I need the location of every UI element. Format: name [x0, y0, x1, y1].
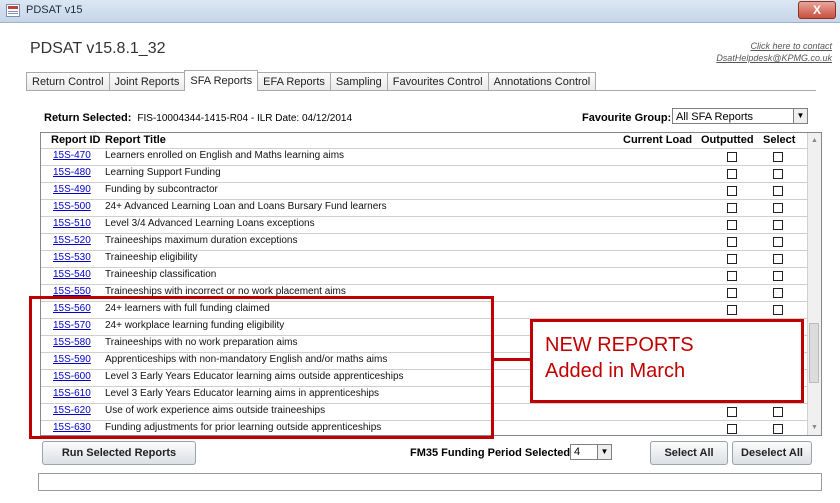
contact-line-1[interactable]: Click here to contact [716, 40, 832, 52]
return-selected-value: FIS-10004344-1415-R04 - ILR Date: 04/12/… [137, 113, 353, 124]
tab-return-control[interactable]: Return Control [26, 72, 110, 91]
tab-sfa-reports[interactable]: SFA Reports [184, 70, 259, 91]
table-row: 15S-530 Traineeship eligibility [41, 250, 809, 266]
select-checkbox[interactable] [773, 186, 783, 196]
report-id-link[interactable]: 15S-540 [53, 269, 91, 280]
report-id-link[interactable]: 15S-520 [53, 235, 91, 246]
run-selected-reports-button[interactable]: Run Selected Reports [42, 441, 196, 465]
outputted-checkbox [727, 254, 737, 264]
select-checkbox[interactable] [773, 271, 783, 281]
report-title: Traineeships maximum duration exceptions [105, 235, 298, 246]
report-id-link[interactable]: 15S-490 [53, 184, 91, 195]
callout-connector [494, 358, 530, 361]
select-checkbox[interactable] [773, 152, 783, 162]
favourite-group-label: Favourite Group: [582, 112, 672, 124]
report-title: 24+ Advanced Learning Loan and Loans Bur… [105, 201, 387, 212]
app-title: PDSAT v15.8.1_32 [30, 40, 166, 57]
table-row: 15S-510 Level 3/4 Advanced Learning Loans… [41, 216, 809, 232]
return-selected: Return Selected: FIS-10004344-1415-R04 - … [44, 112, 352, 124]
fm35-period-value: 4 [574, 446, 581, 458]
select-all-button[interactable]: Select All [650, 441, 728, 465]
outputted-checkbox [727, 407, 737, 417]
contact-line-2[interactable]: DsatHelpdesk@KPMG.co.uk [716, 52, 832, 64]
dropdown-arrow-icon[interactable]: ▼ [597, 445, 611, 459]
table-row: 15S-480 Learning Support Funding [41, 165, 809, 181]
contact-link[interactable]: Click here to contact DsatHelpdesk@KPMG.… [716, 40, 832, 64]
close-button[interactable]: X [798, 1, 836, 19]
table-row: 15S-520 Traineeships maximum duration exc… [41, 233, 809, 249]
outputted-checkbox [727, 424, 737, 434]
tab-sampling[interactable]: Sampling [329, 72, 388, 91]
tab-efa-reports[interactable]: EFA Reports [257, 72, 331, 91]
scroll-thumb[interactable] [809, 323, 819, 383]
report-title: Level 3/4 Advanced Learning Loans except… [105, 218, 315, 229]
callout-line-1: NEW REPORTS [545, 334, 694, 356]
table-header: Report ID Report Title Current Load Outp… [41, 133, 809, 148]
window-titlebar: PDSAT v15 X [0, 0, 840, 23]
header-report-title: Report Title [105, 134, 166, 146]
outputted-checkbox [727, 152, 737, 162]
table-row: 15S-500 24+ Advanced Learning Loan and Lo… [41, 199, 809, 215]
outputted-checkbox [727, 186, 737, 196]
outputted-checkbox [727, 169, 737, 179]
callout-line-2: Added in March [545, 360, 686, 382]
select-checkbox[interactable] [773, 203, 783, 213]
outputted-checkbox [727, 288, 737, 298]
favourite-group-value: All SFA Reports [676, 111, 754, 123]
select-checkbox[interactable] [773, 169, 783, 179]
report-id-link[interactable]: 15S-470 [53, 150, 91, 161]
report-id-link[interactable]: 15S-530 [53, 252, 91, 263]
report-id-link[interactable]: 15S-500 [53, 201, 91, 212]
select-checkbox[interactable] [773, 288, 783, 298]
new-reports-highlight-box [29, 296, 494, 439]
status-bar [38, 473, 822, 491]
report-title: Traineeship eligibility [105, 252, 198, 263]
scroll-up-icon[interactable]: ▲ [809, 135, 820, 146]
report-title: Learners enrolled on English and Maths l… [105, 150, 345, 161]
table-row: 15S-490 Funding by subcontractor [41, 182, 809, 198]
report-id-link[interactable]: 15S-510 [53, 218, 91, 229]
tab-joint-reports[interactable]: Joint Reports [108, 72, 186, 91]
new-reports-callout: NEW REPORTS Added in March [530, 319, 804, 403]
outputted-checkbox [727, 305, 737, 315]
select-checkbox[interactable] [773, 424, 783, 434]
header-select: Select [763, 134, 796, 146]
outputted-checkbox [727, 203, 737, 213]
window-title: PDSAT v15 [26, 4, 83, 16]
select-checkbox[interactable] [773, 305, 783, 315]
header-current-load: Current Load [623, 134, 693, 146]
table-row: 15S-540 Traineeship classification [41, 267, 809, 283]
scroll-down-icon[interactable]: ▼ [809, 422, 820, 433]
table-row: 15S-470 Learners enrolled on English and … [41, 148, 809, 164]
header-outputted: Outputted [701, 134, 754, 146]
favourite-group-select[interactable]: All SFA Reports ▼ [672, 108, 808, 124]
select-checkbox[interactable] [773, 254, 783, 264]
app-icon [6, 4, 20, 17]
fm35-period-label: FM35 Funding Period Selected: [410, 447, 574, 459]
tab-bar: Return Control Joint Reports SFA Reports… [26, 70, 597, 91]
report-title: Traineeship classification [105, 269, 217, 280]
select-checkbox[interactable] [773, 220, 783, 230]
table-scrollbar[interactable]: ▲ ▼ [807, 133, 821, 435]
outputted-checkbox [727, 220, 737, 230]
return-selected-label: Return Selected: [44, 112, 132, 124]
tab-divider [26, 90, 816, 91]
report-title: Funding by subcontractor [105, 184, 218, 195]
header-report-id: Report ID [51, 134, 101, 146]
outputted-checkbox [727, 271, 737, 281]
tab-annotations-control[interactable]: Annotations Control [487, 72, 597, 91]
fm35-period-select[interactable]: 4 ▼ [570, 444, 612, 460]
outputted-checkbox [727, 237, 737, 247]
deselect-all-button[interactable]: Deselect All [732, 441, 812, 465]
report-id-link[interactable]: 15S-480 [53, 167, 91, 178]
select-checkbox[interactable] [773, 237, 783, 247]
report-title: Learning Support Funding [105, 167, 221, 178]
dropdown-arrow-icon[interactable]: ▼ [793, 109, 807, 123]
select-checkbox[interactable] [773, 407, 783, 417]
tab-favourites-control[interactable]: Favourites Control [386, 72, 489, 91]
